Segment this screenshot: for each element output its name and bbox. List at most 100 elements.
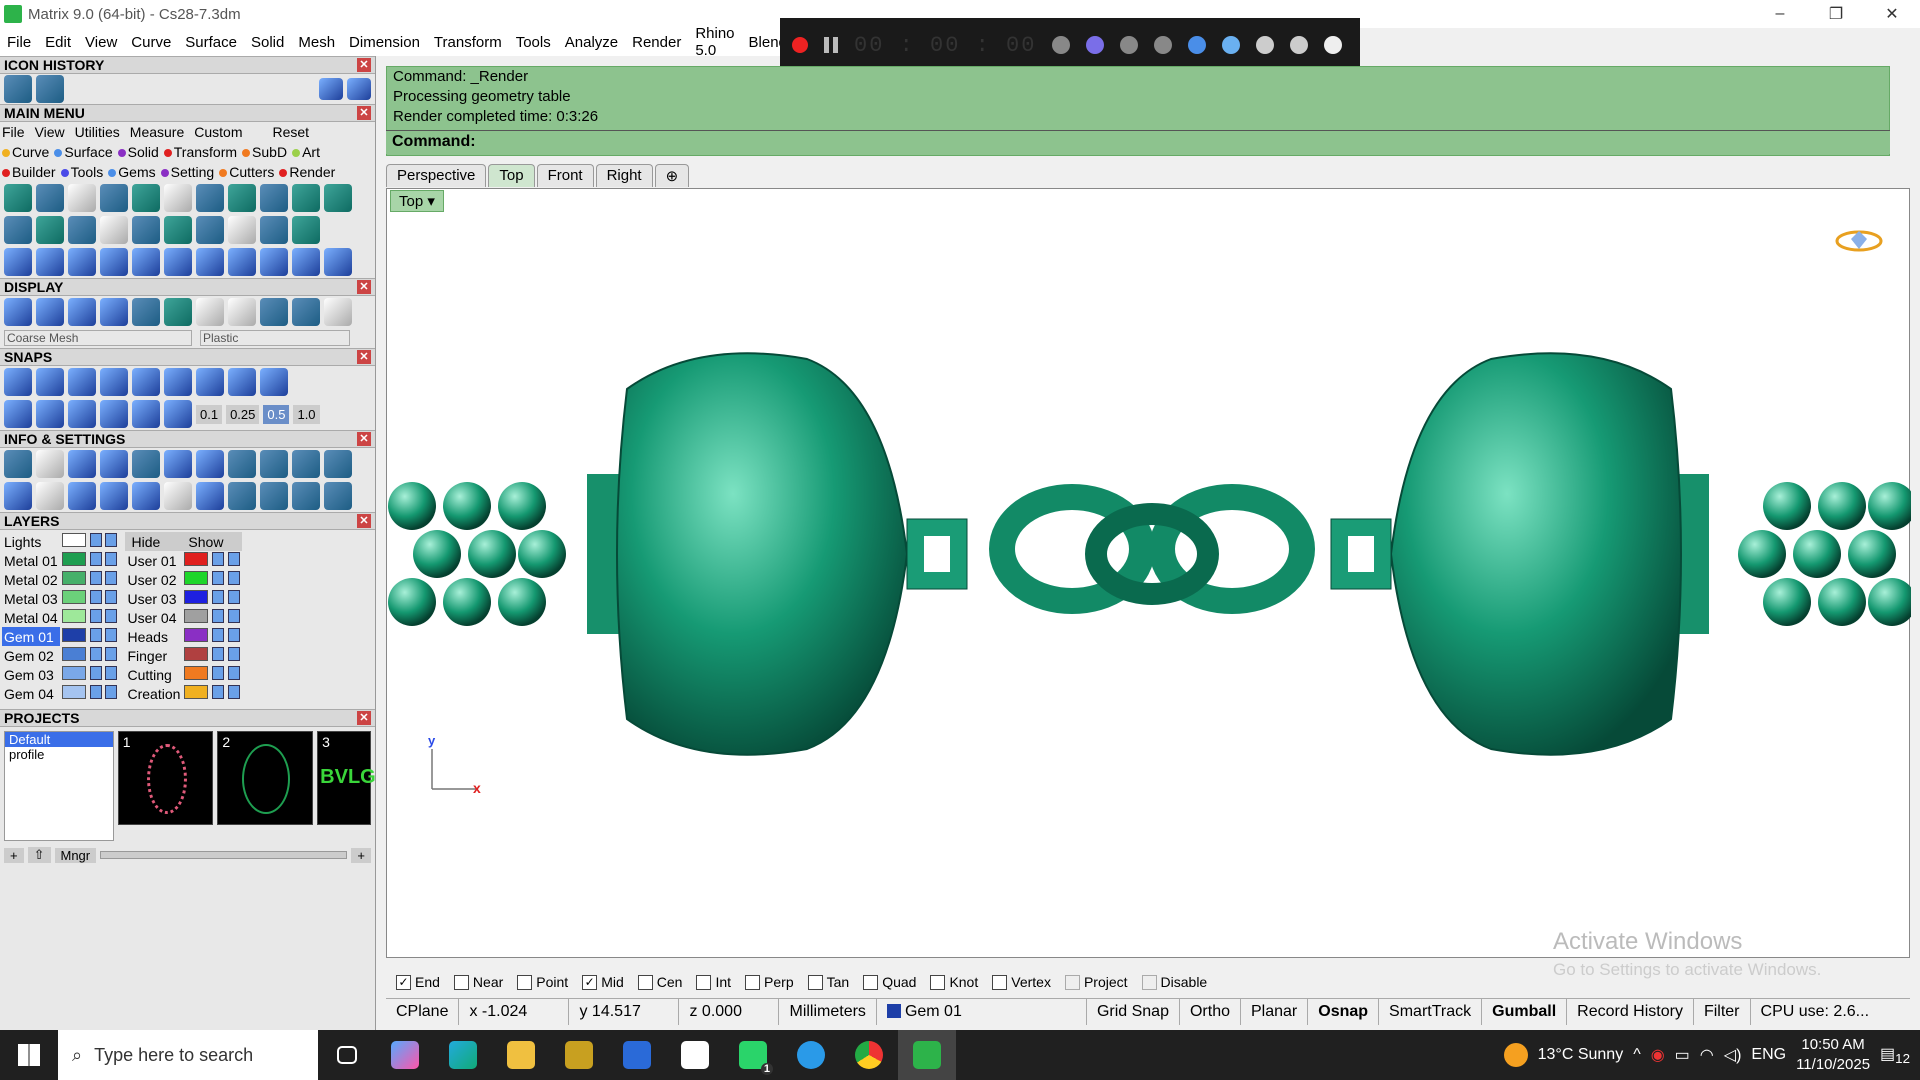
pointer-icon[interactable] xyxy=(1256,36,1275,54)
osnap-project[interactable]: Project xyxy=(1064,974,1128,990)
close-icon[interactable]: ✕ xyxy=(357,58,371,72)
search-icon[interactable] xyxy=(36,450,64,478)
lock-icon[interactable] xyxy=(89,647,102,661)
snap-value[interactable]: 0.5 xyxy=(263,404,290,424)
info-icon[interactable] xyxy=(260,450,288,478)
visibility-icon[interactable] xyxy=(105,571,118,585)
osnap-quad[interactable]: Quad xyxy=(863,974,916,990)
menu-edit[interactable]: Edit xyxy=(38,34,78,51)
current-layer[interactable]: Gem 01 xyxy=(877,998,1087,1025)
wifi-icon[interactable]: ◠ xyxy=(1700,1045,1714,1065)
info-icon[interactable] xyxy=(324,450,352,478)
display-icon[interactable] xyxy=(164,298,192,326)
chrome-icon[interactable] xyxy=(840,1030,898,1080)
lock-icon[interactable] xyxy=(89,590,102,604)
snap-icon[interactable] xyxy=(164,400,192,428)
info-icon[interactable] xyxy=(164,482,192,510)
checkbox[interactable] xyxy=(745,974,761,990)
snap-icon[interactable] xyxy=(260,368,288,396)
visibility-icon[interactable] xyxy=(105,647,118,661)
move-icon[interactable] xyxy=(132,248,160,276)
tool-icon[interactable] xyxy=(36,248,64,276)
grid-icon[interactable] xyxy=(4,400,32,428)
tool-icon[interactable] xyxy=(260,248,288,276)
viewport-label[interactable]: Top ▾ xyxy=(390,190,444,212)
lock-icon[interactable] xyxy=(89,685,102,699)
menu-surface[interactable]: Surface xyxy=(178,34,244,51)
close-button[interactable]: ✕ xyxy=(1864,0,1920,28)
snap-icon[interactable] xyxy=(132,400,160,428)
upload-icon[interactable]: ⇧ xyxy=(27,847,51,863)
word-app-icon[interactable] xyxy=(550,1030,608,1080)
main-menu-reset[interactable]: Reset xyxy=(272,124,309,140)
osnap-knot[interactable]: Knot xyxy=(930,974,978,990)
settings-icon[interactable] xyxy=(4,450,32,478)
tool-icon[interactable] xyxy=(164,248,192,276)
tool-icon[interactable] xyxy=(260,184,288,212)
tool-icon[interactable] xyxy=(196,248,224,276)
layer-color[interactable] xyxy=(61,590,86,604)
visibility-icon[interactable] xyxy=(105,609,118,623)
chevron-down-icon[interactable]: ▾ xyxy=(427,193,435,210)
info-icon[interactable] xyxy=(100,450,128,478)
mesh-dropdown[interactable]: Coarse Mesh xyxy=(4,330,192,346)
layer-name[interactable]: Lights xyxy=(2,532,60,551)
tool-icon[interactable] xyxy=(100,248,128,276)
forward-arrow-icon[interactable] xyxy=(347,78,371,100)
main-menu-view[interactable]: View xyxy=(35,124,65,140)
lock-icon[interactable] xyxy=(212,628,225,642)
notification-icon[interactable]: ▤12 xyxy=(1880,1044,1910,1066)
main-menu-measure[interactable]: Measure xyxy=(130,124,184,140)
snap-value[interactable]: 0.25 xyxy=(226,404,260,424)
webcam-icon[interactable] xyxy=(1188,36,1207,54)
lock-icon[interactable] xyxy=(212,571,225,585)
visibility-icon[interactable] xyxy=(228,552,241,566)
tool-icon[interactable] xyxy=(132,216,160,244)
menu-analyze[interactable]: Analyze xyxy=(558,34,625,51)
close-icon[interactable]: ✕ xyxy=(357,106,371,120)
checkbox[interactable] xyxy=(1141,974,1157,990)
visibility-icon[interactable] xyxy=(228,628,241,642)
project-thumbnail-3[interactable]: 3 BVLG xyxy=(317,731,376,825)
gumball-toggle[interactable]: Gumball xyxy=(1482,998,1568,1025)
tool-icon[interactable] xyxy=(292,248,320,276)
category-subd[interactable]: SubD xyxy=(242,144,287,160)
menu-view[interactable]: View xyxy=(78,34,124,51)
volume-icon[interactable]: ◁) xyxy=(1724,1045,1742,1065)
visibility-icon[interactable] xyxy=(105,552,118,566)
circle-icon[interactable] xyxy=(324,248,352,276)
grid-snap-toggle[interactable]: Grid Snap xyxy=(1087,998,1180,1025)
layer-name[interactable]: Gem 03 xyxy=(2,665,60,684)
info-icon[interactable] xyxy=(164,450,192,478)
main-menu-custom[interactable]: Custom xyxy=(194,124,242,140)
layer-name[interactable]: Metal 02 xyxy=(2,570,60,589)
lock-icon[interactable] xyxy=(212,590,225,604)
tab-perspective[interactable]: Perspective xyxy=(386,164,487,187)
layer-name[interactable]: Cutting xyxy=(125,665,182,684)
checkbox[interactable] xyxy=(696,974,712,990)
units-status[interactable]: Millimeters xyxy=(779,998,877,1025)
manager-button[interactable]: Mngr xyxy=(54,847,97,863)
checkbox[interactable] xyxy=(1064,974,1080,990)
rendered-icon[interactable] xyxy=(100,298,128,326)
layer-name[interactable]: Metal 04 xyxy=(2,608,60,627)
layer-name-active[interactable]: Gem 01 xyxy=(2,627,60,646)
windows-start-icon[interactable] xyxy=(0,1030,58,1080)
back-arrow-icon[interactable] xyxy=(319,78,343,100)
tool-icon[interactable] xyxy=(196,216,224,244)
tool-icon[interactable] xyxy=(324,184,352,212)
category-surface[interactable]: Surface xyxy=(54,144,113,160)
lock-icon[interactable] xyxy=(212,685,225,699)
matrix-app-icon[interactable] xyxy=(898,1030,956,1080)
eye-icon[interactable] xyxy=(1324,36,1343,54)
visibility-icon[interactable] xyxy=(228,647,241,661)
snap-icon[interactable] xyxy=(68,400,96,428)
visibility-icon[interactable] xyxy=(228,666,241,680)
checkbox[interactable]: ✓ xyxy=(582,974,598,990)
menu-solid[interactable]: Solid xyxy=(244,34,291,51)
speaker-icon[interactable] xyxy=(1120,36,1139,54)
lock-icon[interactable] xyxy=(212,666,225,680)
category-tools[interactable]: Tools xyxy=(60,164,103,180)
osnap-int[interactable]: Int xyxy=(696,974,731,990)
menu-render[interactable]: Render xyxy=(625,34,688,51)
